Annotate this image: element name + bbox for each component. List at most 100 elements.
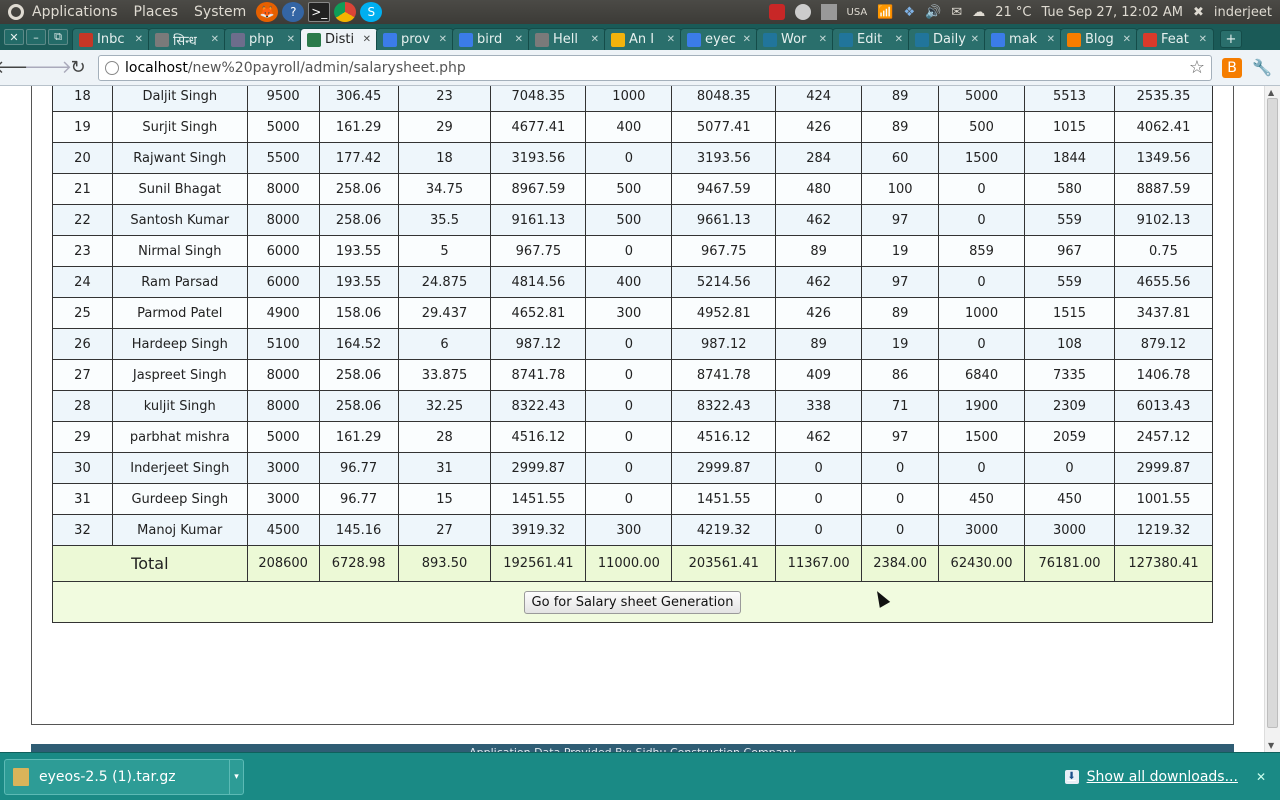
bookmark-star-icon[interactable]: ☆ (1189, 57, 1205, 78)
action-cell: Go for Salary sheet Generation (52, 581, 1213, 623)
top-panel: Applications Places System 🦊 ? >_ S USA … (0, 0, 1280, 24)
new-tab-button[interactable]: + (1220, 30, 1242, 48)
table-cell: 967.75 (671, 235, 777, 267)
window-close-button[interactable]: ✕ (4, 29, 24, 45)
tab-close-icon[interactable]: ✕ (1123, 34, 1131, 45)
firefox-icon[interactable]: 🦊 (256, 2, 279, 22)
tab-close-icon[interactable]: ✕ (1199, 34, 1207, 45)
ubuntu-logo-icon[interactable] (8, 4, 24, 20)
blogger-extension-icon[interactable]: B (1222, 57, 1242, 78)
browser-tab[interactable]: Daily ✕ (908, 28, 986, 50)
browser-tab[interactable]: prov ✕ (376, 28, 454, 50)
tab-title: Wor (781, 32, 807, 47)
browser-tab[interactable]: Edit ✕ (832, 28, 910, 50)
table-cell: 6840 (938, 359, 1026, 391)
browser-tab[interactable]: सिन्ध ✕ (148, 28, 226, 50)
browser-tab[interactable]: Hell ✕ (528, 28, 606, 50)
tab-close-icon[interactable]: ✕ (591, 34, 599, 45)
wrench-menu-icon[interactable]: 🔧 (1252, 58, 1272, 78)
window-minimize-button[interactable]: – (26, 29, 46, 45)
browser-tab[interactable]: An I ✕ (604, 28, 682, 50)
terminal-icon[interactable]: >_ (308, 2, 331, 22)
table-cell: 0 (775, 483, 863, 515)
tab-close-icon[interactable]: ✕ (363, 34, 371, 45)
employee-name-cell: Manoj Kumar (111, 514, 248, 546)
table-cell: 1500 (938, 421, 1026, 453)
user-name[interactable]: inderjeet (1214, 5, 1272, 20)
download-item[interactable]: eyeos-2.5 (1).tar.gz ▾ (4, 758, 244, 795)
tab-close-icon[interactable]: ✕ (515, 34, 523, 45)
table-cell: 9161.13 (490, 204, 587, 236)
mail-icon[interactable]: ✉ (951, 5, 962, 20)
scroll-up-icon[interactable]: ▲ (1268, 88, 1274, 97)
browser-tab[interactable]: mak ✕ (984, 28, 1062, 50)
browser-tab[interactable]: Inbc ✕ (72, 28, 150, 50)
browser-tab[interactable]: php ✕ (224, 28, 302, 50)
keyboard-layout-indicator[interactable]: USA (847, 7, 868, 18)
skype-icon[interactable]: S (360, 2, 383, 22)
browser-tab[interactable]: Feat ✕ (1136, 28, 1214, 50)
tab-close-icon[interactable]: ✕ (287, 34, 295, 45)
browser-tab[interactable]: Wor ✕ (756, 28, 834, 50)
table-cell: 33.875 (397, 359, 492, 391)
menu-system[interactable]: System (186, 4, 254, 20)
table-cell: 28 (397, 421, 492, 453)
tab-close-icon[interactable]: ✕ (895, 34, 903, 45)
reload-icon[interactable]: ↻ (68, 57, 88, 78)
close-shelf-icon[interactable]: ✕ (1256, 770, 1266, 784)
window-restore-button[interactable]: ⧉ (48, 29, 68, 45)
tab-close-icon[interactable]: ✕ (667, 34, 675, 45)
weather-temp[interactable]: 21 °C (995, 5, 1031, 20)
keyboard-icon[interactable] (820, 4, 837, 20)
chrome-icon[interactable] (334, 2, 357, 22)
employee-name-cell: parbhat mishra (111, 421, 248, 453)
tab-close-icon[interactable]: ✕ (211, 34, 219, 45)
table-cell: 8000 (246, 359, 320, 391)
browser-tab[interactable]: Blog ✕ (1060, 28, 1138, 50)
tab-close-icon[interactable]: ✕ (743, 34, 751, 45)
power-icon[interactable] (768, 4, 785, 20)
table-cell: 29 (397, 111, 492, 143)
show-all-downloads-link[interactable]: ⬇ Show all downloads... (1064, 769, 1238, 785)
tab-close-icon[interactable]: ✕ (819, 34, 827, 45)
forward-icon[interactable]: 🡒 (24, 57, 72, 78)
menu-applications[interactable]: Applications (24, 4, 126, 20)
table-row: 21 Sunil Bhagat 8000 258.06 34.75 8967.59 500 9… (52, 173, 1214, 205)
scrollbar-thumb[interactable] (1267, 98, 1278, 728)
dropbox-icon[interactable]: ❖ (903, 5, 915, 20)
wifi-icon[interactable]: 📶 (877, 5, 893, 20)
tab-close-icon[interactable]: ✕ (1047, 34, 1055, 45)
volume-icon[interactable]: 🔊 (925, 5, 941, 20)
clock[interactable]: Tue Sep 27, 12:02 AM (1041, 5, 1182, 20)
employee-name-cell: Daljit Singh (111, 86, 248, 112)
table-cell: 426 (775, 111, 863, 143)
download-menu-caret-icon[interactable]: ▾ (229, 759, 243, 794)
help-icon[interactable]: ? (282, 2, 305, 22)
table-cell: 89 (861, 111, 940, 143)
browser-tab[interactable]: Disti ✕ (300, 28, 378, 50)
menu-places[interactable]: Places (126, 4, 187, 20)
address-bar[interactable]: localhost/new%20payroll/admin/salaryshee… (98, 54, 1212, 81)
generate-salary-sheet-button[interactable]: Go for Salary sheet Generation (523, 590, 742, 614)
tab-close-icon[interactable]: ✕ (971, 34, 979, 45)
pidgin-icon[interactable] (794, 4, 811, 20)
table-cell: 8887.59 (1113, 173, 1214, 205)
table-cell: 859 (938, 235, 1026, 267)
tab-close-icon[interactable]: ✕ (135, 34, 143, 45)
weather-icon: ☁ (972, 4, 986, 20)
page-scrollbar[interactable]: ▲ ▼ (1264, 86, 1280, 752)
table-cell: 89 (861, 86, 940, 112)
scroll-down-icon[interactable]: ▼ (1268, 741, 1274, 750)
table-cell: 500 (585, 204, 673, 236)
table-cell: 97 (861, 204, 940, 236)
table-cell: 1900 (938, 390, 1026, 422)
employee-name-cell: Santosh Kumar (111, 204, 248, 236)
page-info-icon[interactable] (105, 60, 119, 75)
browser-tab[interactable]: bird ✕ (452, 28, 530, 50)
tab-close-icon[interactable]: ✕ (439, 34, 447, 45)
table-cell: 500 (938, 111, 1026, 143)
browser-tab[interactable]: eyec ✕ (680, 28, 758, 50)
table-cell: 2999.87 (1113, 452, 1214, 484)
table-cell: 4516.12 (671, 421, 777, 453)
employee-name-cell: Ram Parsad (111, 266, 248, 298)
